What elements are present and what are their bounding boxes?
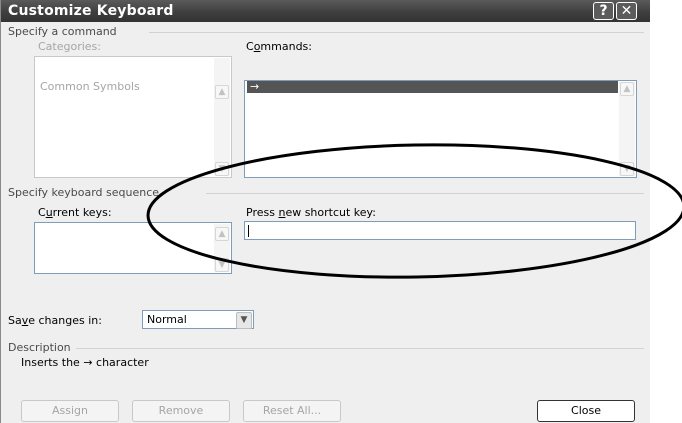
annotation-ellipse <box>146 143 682 279</box>
